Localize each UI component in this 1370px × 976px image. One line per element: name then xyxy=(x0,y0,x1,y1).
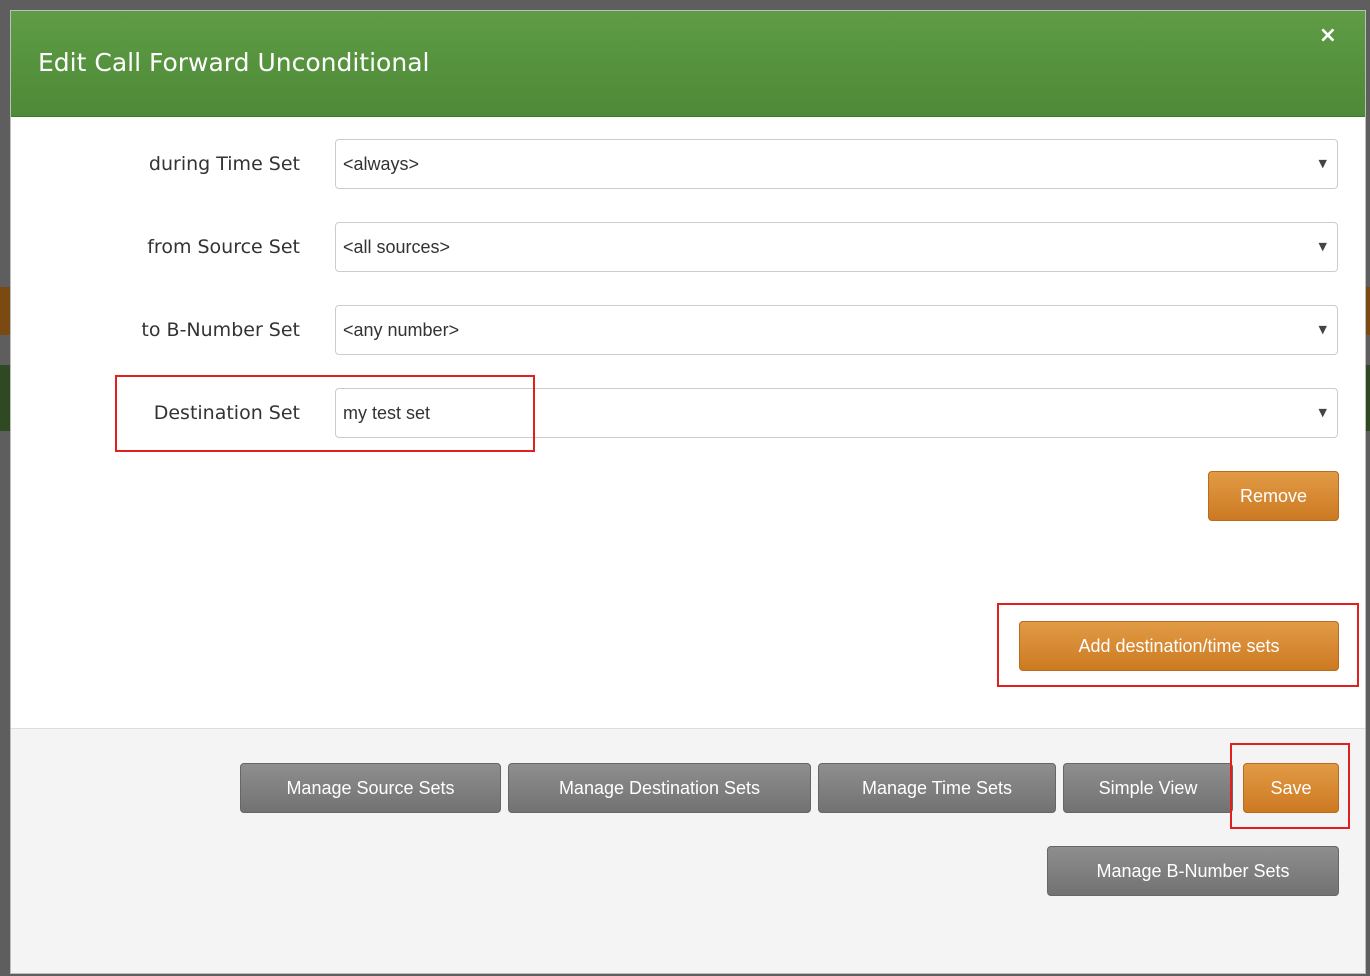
bnumber-set-label: to B-Number Set xyxy=(141,319,300,341)
manage-bnumber-sets-button[interactable]: Manage B-Number Sets xyxy=(1047,846,1339,896)
manage-source-sets-button[interactable]: Manage Source Sets xyxy=(240,763,501,813)
save-highlight xyxy=(1230,743,1350,829)
simple-view-button[interactable]: Simple View xyxy=(1063,763,1233,813)
remove-button[interactable]: Remove xyxy=(1208,471,1339,521)
chevron-down-icon: ▼ xyxy=(1318,406,1327,419)
destination-set-highlight xyxy=(115,375,535,452)
source-set-select[interactable]: <all sources> ▼ xyxy=(335,222,1338,272)
dialog-title: Edit Call Forward Unconditional xyxy=(38,48,430,77)
bnumber-set-select[interactable]: <any number> ▼ xyxy=(335,305,1338,355)
manage-time-sets-button[interactable]: Manage Time Sets xyxy=(818,763,1056,813)
add-sets-highlight xyxy=(997,603,1359,687)
dialog-footer: Manage Source Sets Manage Destination Se… xyxy=(11,728,1365,973)
chevron-down-icon: ▼ xyxy=(1318,157,1327,170)
time-set-label: during Time Set xyxy=(148,153,300,175)
bnumber-set-value: <any number> xyxy=(343,320,460,340)
time-set-row: during Time Set <always> ▼ xyxy=(11,139,1365,189)
bnumber-set-row: to B-Number Set <any number> ▼ xyxy=(11,305,1365,355)
time-set-value: <always> xyxy=(343,154,420,174)
edit-call-forward-dialog: Edit Call Forward Unconditional × during… xyxy=(10,10,1366,974)
dialog-header: Edit Call Forward Unconditional × xyxy=(11,11,1365,117)
time-set-select[interactable]: <always> ▼ xyxy=(335,139,1338,189)
source-set-row: from Source Set <all sources> ▼ xyxy=(11,222,1365,272)
source-set-value: <all sources> xyxy=(343,237,451,257)
manage-destination-sets-button[interactable]: Manage Destination Sets xyxy=(508,763,811,813)
source-set-label: from Source Set xyxy=(147,236,300,258)
chevron-down-icon: ▼ xyxy=(1318,323,1327,336)
chevron-down-icon: ▼ xyxy=(1318,240,1327,253)
close-icon[interactable]: × xyxy=(1319,25,1337,47)
